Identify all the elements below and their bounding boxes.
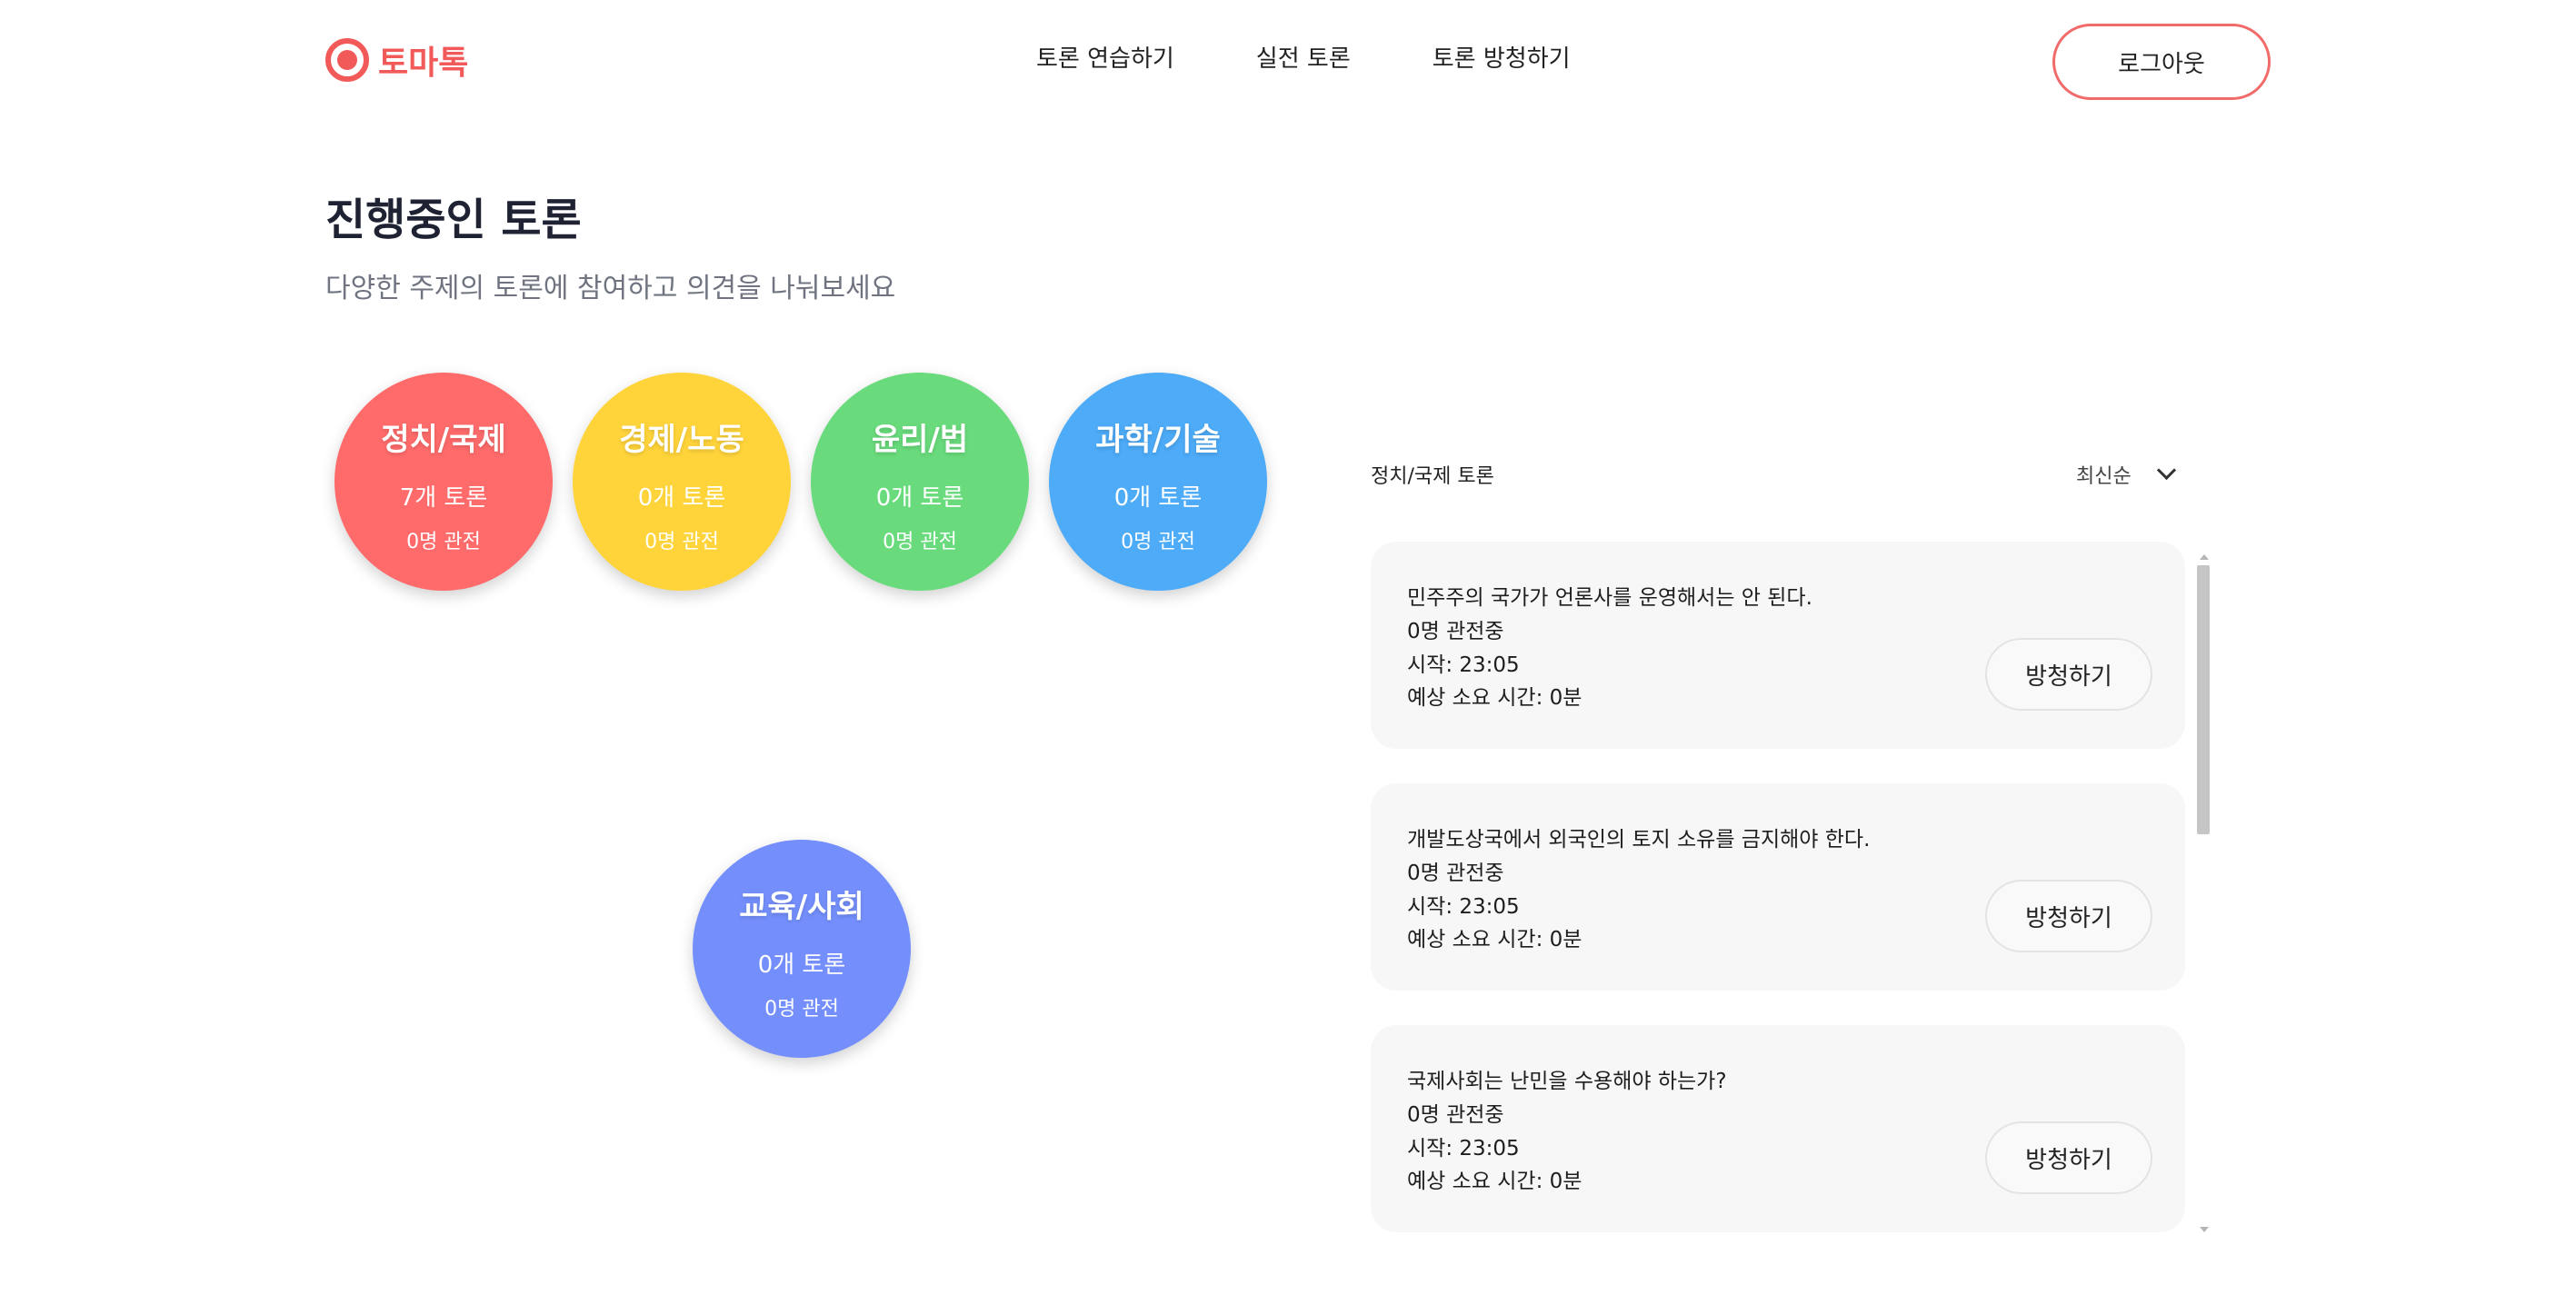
category-bubble-economy[interactable]: 경제/노동 0개 토론 0명 관전 [573,373,791,591]
category-name: 윤리/법 [871,422,969,458]
sort-dropdown[interactable]: 최신순 [2076,460,2173,489]
nav-debate-practice[interactable]: 토론 연습하기 [1036,40,1174,74]
debate-viewers: 0명 관전중 [1407,1103,1504,1127]
category-name: 정치/국제 [381,422,506,458]
debate-card: 민주주의 국가가 언론사를 운영해서는 안 된다. 0명 관전중 시작: 23:… [1371,542,2185,749]
tomato-logo-icon [325,38,369,82]
scroll-up-arrow-icon[interactable] [2200,554,2209,560]
category-viewer-count: 0명 관전 [764,998,839,1021]
header: 토마톡 토론 연습하기 실전 토론 토론 방청하기 로그아웃 [0,0,2576,124]
sort-label: 최신순 [2076,465,2132,488]
debate-duration: 예상 소요 시간: 0분 [1407,686,1583,710]
category-bubble-education[interactable]: 교육/사회 0개 토론 0명 관전 [693,840,911,1058]
debate-start-time: 시작: 23:05 [1407,1137,1520,1161]
category-debate-count: 7개 토론 [399,484,488,512]
scroll-down-arrow-icon[interactable] [2200,1227,2209,1232]
nav-live-debate[interactable]: 실전 토론 [1256,40,1351,74]
category-viewer-count: 0명 관전 [406,531,481,553]
logo[interactable]: 토마톡 [325,36,468,84]
watch-button[interactable]: 방청하기 [1985,880,2152,952]
debate-list[interactable]: 민주주의 국가가 언론사를 운영해서는 안 된다. 0명 관전중 시작: 23:… [1371,542,2205,1232]
debate-viewers: 0명 관전중 [1407,620,1504,643]
category-name: 과학/기술 [1095,422,1221,458]
logo-text: 토마톡 [378,45,469,82]
category-name: 경제/노동 [619,422,744,458]
category-bubble-science[interactable]: 과학/기술 0개 토론 0명 관전 [1049,373,1267,591]
debate-duration: 예상 소요 시간: 0분 [1407,928,1583,951]
debate-duration: 예상 소요 시간: 0분 [1407,1170,1583,1193]
category-debate-count: 0개 토론 [637,484,726,512]
category-debate-count: 0개 토론 [757,951,846,979]
debate-list-title: 정치/국제 토론 [1371,465,1494,488]
logout-button[interactable]: 로그아웃 [2052,24,2271,100]
watch-button[interactable]: 방청하기 [1985,638,2152,711]
debate-start-time: 시작: 23:05 [1407,895,1520,919]
debate-list-scrollbar[interactable] [2196,554,2211,1232]
main-nav: 토론 연습하기 실전 토론 토론 방청하기 [1036,40,1571,74]
category-viewer-count: 0명 관전 [883,531,957,553]
category-bubble-ethics[interactable]: 윤리/법 0개 토론 0명 관전 [811,373,1029,591]
category-viewer-count: 0명 관전 [644,531,719,553]
debate-topic: 민주주의 국가가 언론사를 운영해서는 안 된다. [1407,586,1812,610]
scrollbar-thumb[interactable] [2197,565,2210,834]
page-title: 진행중인 토론 [325,194,582,245]
debate-topic: 국제사회는 난민을 수용해야 하는가? [1407,1070,1727,1093]
debate-start-time: 시작: 23:05 [1407,653,1520,677]
category-bubble-politics[interactable]: 정치/국제 7개 토론 0명 관전 [334,373,553,591]
debate-card: 개발도상국에서 외국인의 토지 소유를 금지해야 한다. 0명 관전중 시작: … [1371,783,2185,991]
category-viewer-count: 0명 관전 [1121,531,1195,553]
page-subtitle: 다양한 주제의 토론에 참여하고 의견을 나눠보세요 [325,273,896,304]
chevron-down-icon [2159,463,2173,478]
category-name: 교육/사회 [739,889,864,925]
category-debate-count: 0개 토론 [1113,484,1203,512]
debate-viewers: 0명 관전중 [1407,862,1504,885]
debate-card: 국제사회는 난민을 수용해야 하는가? 0명 관전중 시작: 23:05 예상 … [1371,1025,2185,1232]
watch-button[interactable]: 방청하기 [1985,1121,2152,1194]
debate-topic: 개발도상국에서 외국인의 토지 소유를 금지해야 한다. [1407,828,1871,852]
category-debate-count: 0개 토론 [875,484,964,512]
nav-debate-spectate[interactable]: 토론 방청하기 [1433,40,1571,74]
